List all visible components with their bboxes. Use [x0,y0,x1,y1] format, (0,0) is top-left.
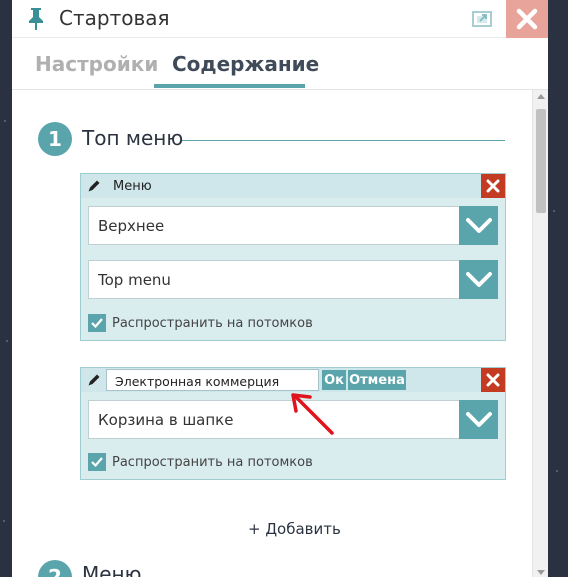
dropdown-button[interactable] [459,400,498,439]
section-number-badge: 2 [38,560,72,577]
tab-bar: Настройки Содержание [12,38,548,89]
close-button[interactable] [506,0,548,38]
chevron-down-icon [465,271,492,287]
menu-block: Меню Верхнее Top menu Распространить на … [80,173,506,341]
menu-block-name: Меню [113,179,152,194]
section-number-badge: 1 [38,122,72,156]
section-title: Топ меню [82,126,184,150]
add-menu-link[interactable]: + Добавить [248,520,341,538]
pin-icon[interactable] [26,7,46,31]
close-icon [486,179,500,193]
expand-icon[interactable] [470,8,494,30]
propagate-checkbox[interactable] [88,314,106,332]
scroll-up-icon[interactable] [537,94,545,99]
remove-block-button[interactable] [481,174,505,198]
select-value: Top menu [98,271,171,289]
propagate-label: Распространить на потомков [112,455,313,470]
ok-button[interactable]: Ок [322,370,346,390]
annotation-arrow-icon [291,393,334,435]
dropdown-button[interactable] [459,260,498,299]
chevron-down-icon [465,217,492,233]
cancel-button[interactable]: Отмена [348,370,406,390]
close-icon [486,373,500,387]
background-star [3,520,5,522]
propagate-label: Распространить на потомков [112,316,313,331]
menu-block-header: Меню [81,174,505,198]
block-name-input[interactable] [106,369,319,391]
background-star [6,340,8,342]
checkmark-icon [91,318,103,329]
panel-titlebar: Стартовая [12,0,548,38]
chevron-down-icon [465,411,492,427]
section-divider [182,140,505,141]
select-value: Верхнее [98,217,165,235]
background-star [553,210,555,212]
close-icon [516,8,538,30]
remove-block-button[interactable] [481,368,505,392]
pencil-icon[interactable] [87,373,101,387]
settings-panel: Стартовая Настройки Содержание 1 Топ мен… [12,0,548,577]
propagate-checkbox[interactable] [88,453,106,471]
vertical-scrollbar[interactable] [532,90,548,577]
section-title: Меню [82,562,142,577]
language-select[interactable]: Top menu [88,260,498,299]
pencil-icon[interactable] [87,179,101,193]
tab-content[interactable]: Содержание [172,52,319,76]
tab-settings[interactable]: Настройки [35,52,158,76]
background-star [556,470,558,472]
dropdown-button[interactable] [459,206,498,245]
select-value: Корзина в шапке [98,411,234,429]
content-area: 1 Топ меню Меню Верхнее Top menu Распрос… [12,89,548,577]
active-tab-indicator [154,84,305,88]
scrollbar-thumb[interactable] [536,109,546,213]
background-star [4,120,6,122]
menu-select[interactable]: Верхнее [88,206,498,245]
checkmark-icon [91,457,103,468]
scroll-down-icon[interactable] [537,570,545,575]
panel-title: Стартовая [59,6,170,30]
